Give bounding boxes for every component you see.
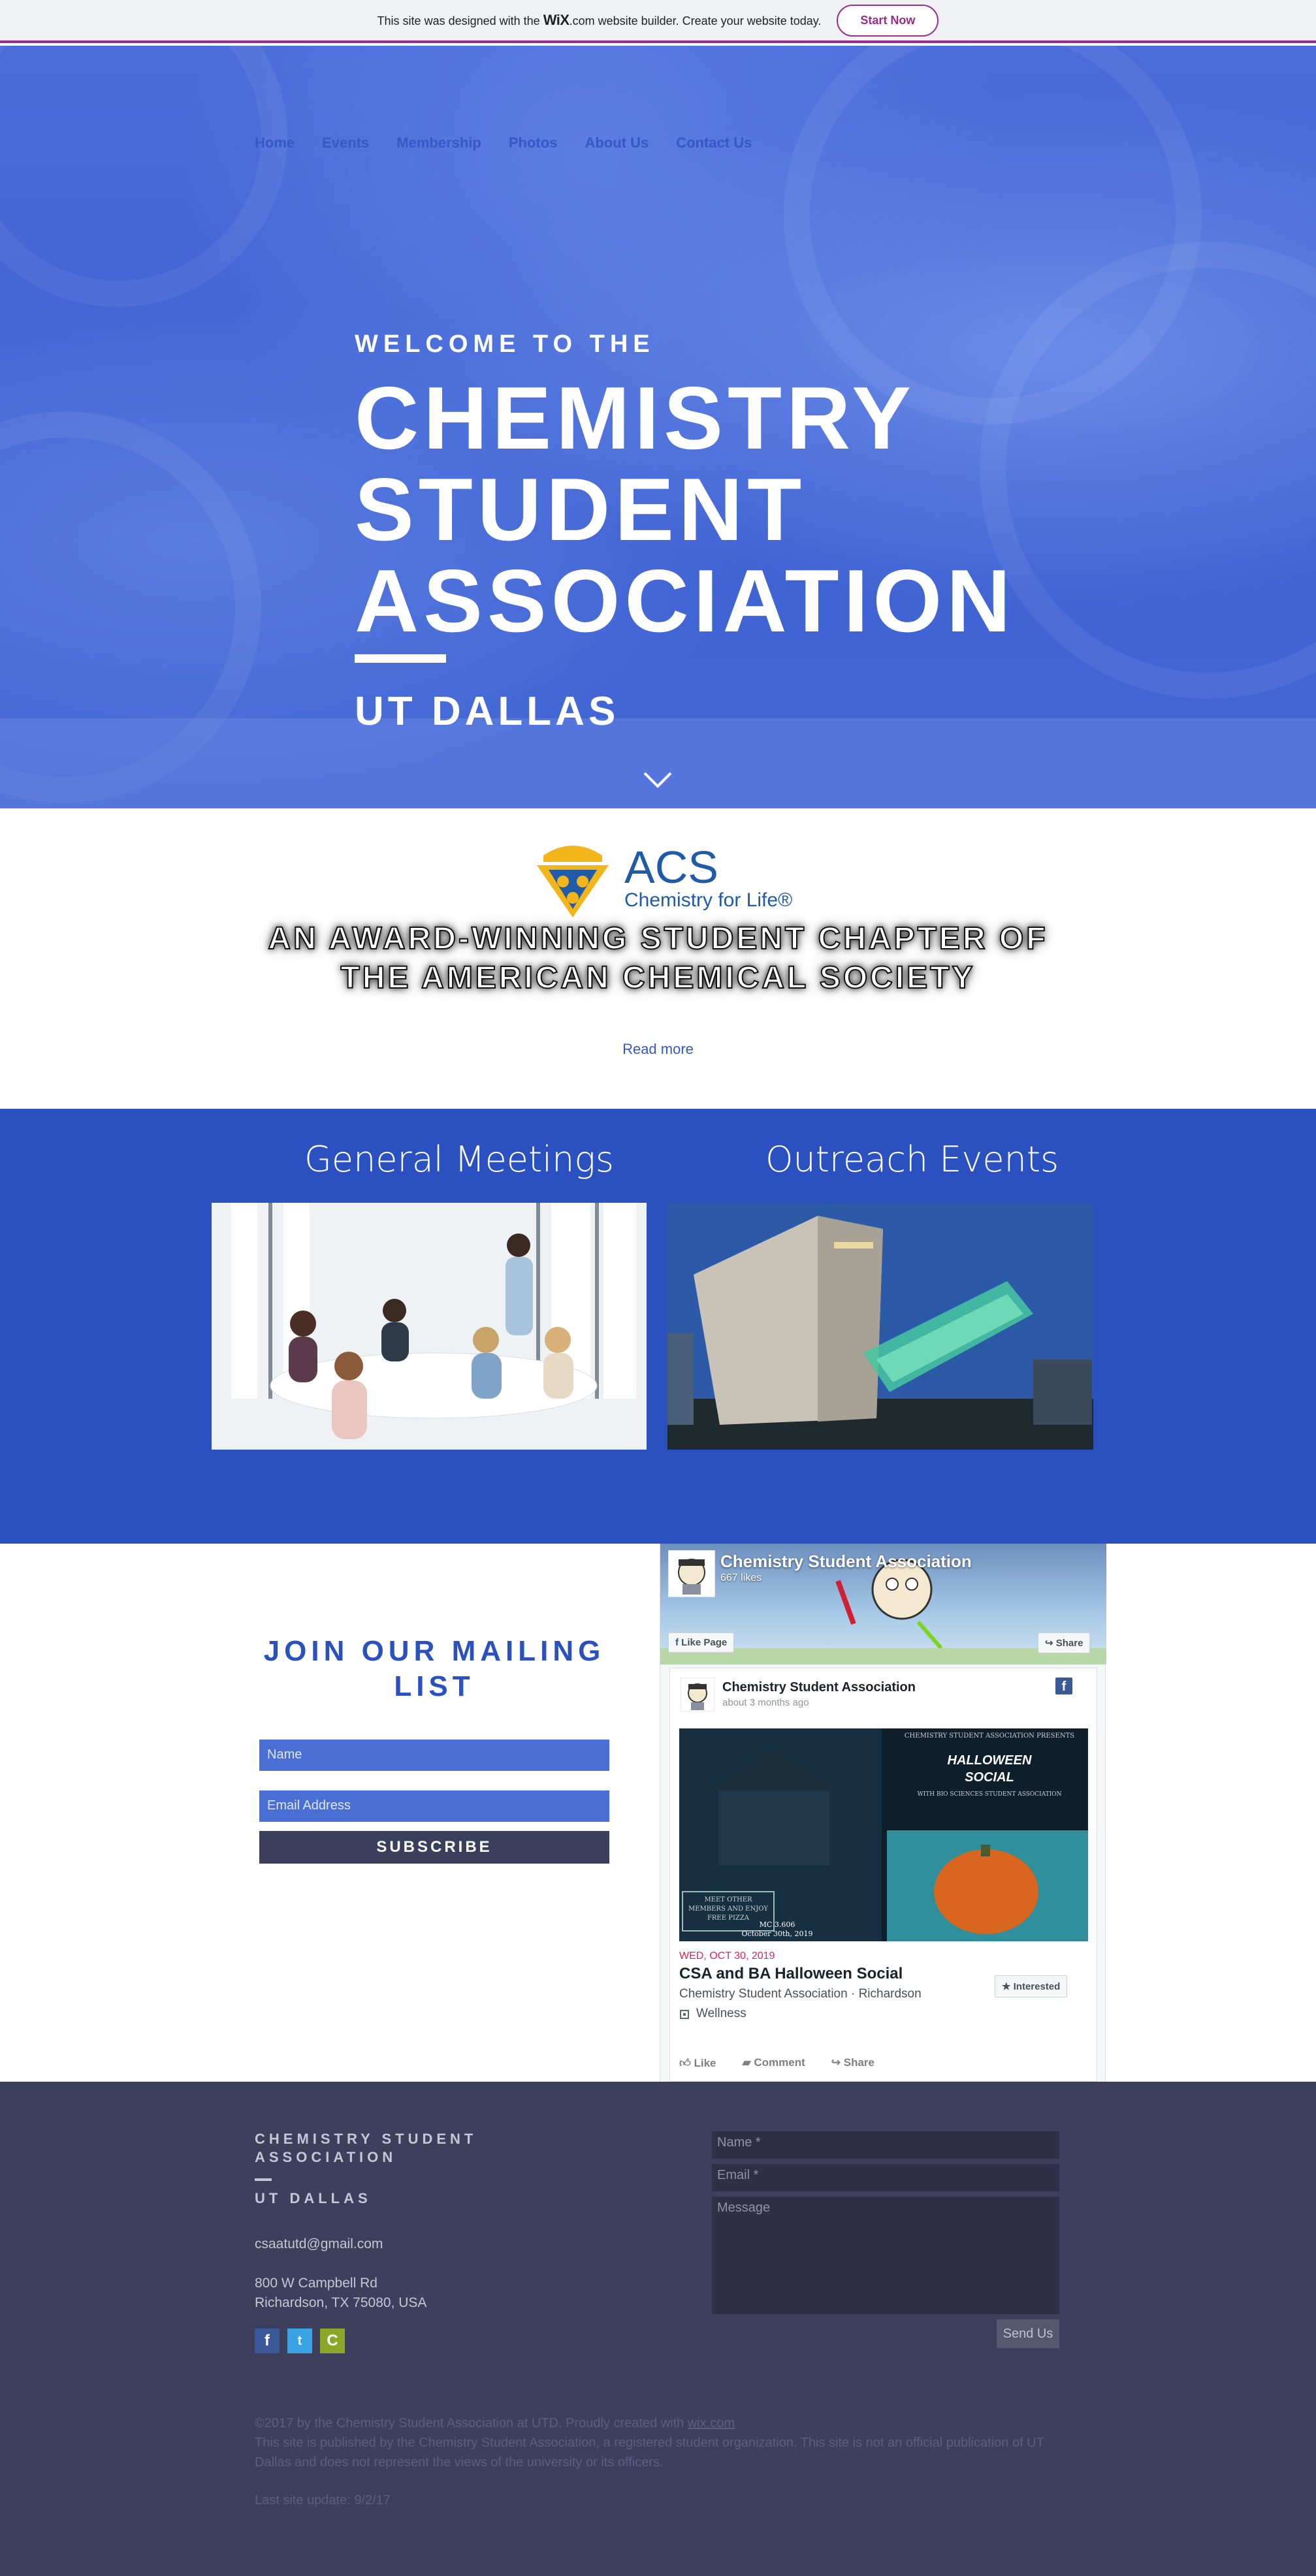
flyer-date: October 30th, 2019 — [741, 1930, 813, 1938]
facebook-icon: f — [675, 1637, 679, 1648]
post-actions: 👍︎ Like ▰ Comment ↪ Share — [679, 2056, 875, 2070]
hero-title: CHEMISTRY STUDENT ASSOCIATION — [355, 372, 1015, 646]
footer: CHEMISTRY STUDENT ASSOCIATION UT DALLAS … — [0, 2082, 1316, 2576]
facebook-cover: Chemistry Student Association 667 likes … — [660, 1544, 1106, 1664]
facebook-like-page-button[interactable]: f Like Page — [668, 1632, 735, 1653]
footer-org-line1: CHEMISTRY STUDENT — [255, 2131, 477, 2147]
footer-org-line2: ASSOCIATION — [255, 2149, 397, 2165]
nav-contact-us[interactable]: Contact Us — [676, 135, 752, 151]
nav-photos[interactable]: Photos — [509, 135, 558, 151]
footer-email[interactable]: csaatutd@gmail.com — [255, 2236, 383, 2252]
nav-home[interactable]: Home — [255, 135, 295, 151]
wix-logo: WiX — [543, 12, 570, 28]
event-date: WED, OCT 30, 2019 — [679, 1950, 775, 1962]
contact-name-input[interactable]: Name * — [712, 2131, 1059, 2159]
interested-button[interactable]: ★ Interested — [995, 1975, 1068, 1997]
acs-logo-text: ACS — [624, 842, 718, 893]
acs-headline-line1: AN AWARD-WINNING STUDENT CHAPTER OF — [267, 921, 1048, 957]
facebook-page-name[interactable]: Chemistry Student Association — [720, 1551, 972, 1572]
outreach-events-image[interactable] — [667, 1203, 1093, 1450]
acs-emblem-icon — [537, 846, 609, 917]
acs-headline-line2: THE AMERICAN CHEMICAL SOCIETY — [340, 960, 976, 996]
footer-utd: UT DALLAS — [255, 2190, 372, 2206]
wix-link[interactable]: wix.com — [688, 2416, 735, 2430]
share-action[interactable]: ↪ Share — [831, 2056, 875, 2070]
facebook-post: Chemistry Student Association about 3 mo… — [669, 1668, 1097, 2082]
subscribe-button[interactable]: SUBSCRIBE — [259, 1831, 609, 1864]
acs-logo: ACS Chemistry for Life® — [530, 836, 792, 921]
hero-underline — [355, 654, 446, 663]
thumbs-up-icon: 👍︎ — [679, 2057, 691, 2069]
event-title[interactable]: CSA and BA Halloween Social — [679, 1965, 903, 1983]
post-author[interactable]: Chemistry Student Association — [722, 1680, 916, 1695]
footer-divider — [255, 2178, 272, 2181]
footer-address-line2: Richardson, TX 75080, USA — [255, 2295, 427, 2310]
chevron-down-icon[interactable] — [643, 771, 673, 790]
event-host[interactable]: Chemistry Student Association · Richards… — [679, 1987, 922, 2001]
features-section: General Meetings Outreach Events — [0, 1109, 1316, 1544]
acs-logo-tagline: Chemistry for Life® — [624, 889, 793, 911]
category-icon — [680, 2010, 689, 2019]
general-meetings-image[interactable] — [212, 1203, 647, 1450]
campuslabs-social-icon[interactable]: C — [320, 2329, 345, 2353]
facebook-share-button[interactable]: ↪ Share — [1038, 1632, 1091, 1653]
post-author-avatar[interactable] — [681, 1678, 714, 1711]
general-meetings-title: General Meetings — [304, 1139, 614, 1180]
facebook-likes: 667 likes — [720, 1572, 762, 1583]
flyer-title: HALLOWEEN SOCIAL — [947, 1753, 1032, 1785]
hero-title-line1: CHEMISTRY — [355, 368, 916, 468]
read-more-link[interactable]: Read more — [0, 1041, 1316, 1058]
wix-banner: This site was designed with the WiX.com … — [0, 0, 1316, 43]
hero-band — [0, 718, 1316, 808]
hero-title-line2: STUDENT — [355, 460, 807, 559]
hero-subtitle: UT DALLAS — [355, 689, 620, 734]
facebook-social-icon[interactable]: f — [255, 2329, 280, 2353]
facebook-logo-icon[interactable]: f — [1055, 1678, 1072, 1694]
comment-action[interactable]: ▰ Comment — [743, 2056, 805, 2070]
mailing-list-title: JOIN OUR MAILING LIST — [263, 1635, 605, 1702]
acs-headline: AN AWARD-WINNING STUDENT CHAPTER OF THE … — [0, 919, 1316, 998]
outreach-events-title: Outreach Events — [765, 1139, 1059, 1180]
footer-disclaimer: This site is published by the Chemistry … — [255, 2436, 1044, 2470]
flyer-place: MC 3.606 — [759, 1920, 795, 1929]
facebook-widget: Chemistry Student Association 667 likes … — [660, 1544, 1106, 2082]
acs-section: ACS Chemistry for Life® AN AWARD-WINNING… — [0, 808, 1316, 1109]
facebook-page-avatar[interactable] — [668, 1550, 715, 1597]
post-time[interactable]: about 3 months ago — [722, 1697, 809, 1708]
footer-org-name: CHEMISTRY STUDENT ASSOCIATION — [255, 2130, 477, 2167]
mailing-name-input[interactable]: Name — [259, 1740, 609, 1771]
flyer-with: WITH BIO SCIENCES STUDENT ASSOCIATION — [917, 1791, 1062, 1798]
start-now-button[interactable]: Start Now — [837, 4, 939, 37]
decor-ring — [0, 46, 287, 307]
comment-icon: ▰ — [742, 2056, 751, 2069]
footer-address: 800 W Campbell Rd Richardson, TX 75080, … — [255, 2274, 426, 2313]
nav-about-us[interactable]: About Us — [585, 135, 649, 151]
nav-events[interactable]: Events — [322, 135, 369, 151]
like-action[interactable]: 👍︎ Like — [679, 2056, 716, 2070]
contact-email-input[interactable]: Email * — [712, 2164, 1059, 2191]
event-flyer-image[interactable]: CHEMISTRY STUDENT ASSOCIATION PRESENTS H… — [679, 1728, 1088, 1941]
nav-membership[interactable]: Membership — [396, 135, 481, 151]
footer-last-update: Last site update: 9/2/17 — [255, 2493, 391, 2507]
footer-copyright: ©2017 by the Chemistry Student Associati… — [255, 2416, 735, 2430]
flyer-presents: CHEMISTRY STUDENT ASSOCIATION PRESENTS — [904, 1732, 1075, 1740]
main-nav: Home Events Membership Photos About Us C… — [255, 135, 752, 151]
wix-banner-message: This site was designed with the WiX.com … — [377, 12, 822, 28]
star-icon: ★ — [1002, 1981, 1011, 1992]
footer-address-line1: 800 W Campbell Rd — [255, 2276, 377, 2291]
hero-title-line3: ASSOCIATION — [355, 551, 1016, 650]
event-category: Wellness — [696, 2007, 746, 2020]
twitter-social-icon[interactable]: t — [287, 2329, 312, 2353]
mailing-email-input[interactable]: Email Address — [259, 1790, 609, 1822]
share-icon: ↪ — [831, 2056, 841, 2069]
send-us-button[interactable]: Send Us — [997, 2319, 1059, 2348]
social-links: f t C — [255, 2329, 345, 2353]
contact-message-input[interactable]: Message — [712, 2197, 1059, 2314]
hero-section: Home Events Membership Photos About Us C… — [0, 46, 1316, 808]
hero-welcome: WELCOME TO THE — [355, 330, 655, 358]
flyer-meet: MEET OTHER MEMBERS AND ENJOY FREE PIZZA — [688, 1896, 768, 1922]
mailing-section: JOIN OUR MAILING LIST Name Email Address… — [0, 1544, 1316, 2082]
